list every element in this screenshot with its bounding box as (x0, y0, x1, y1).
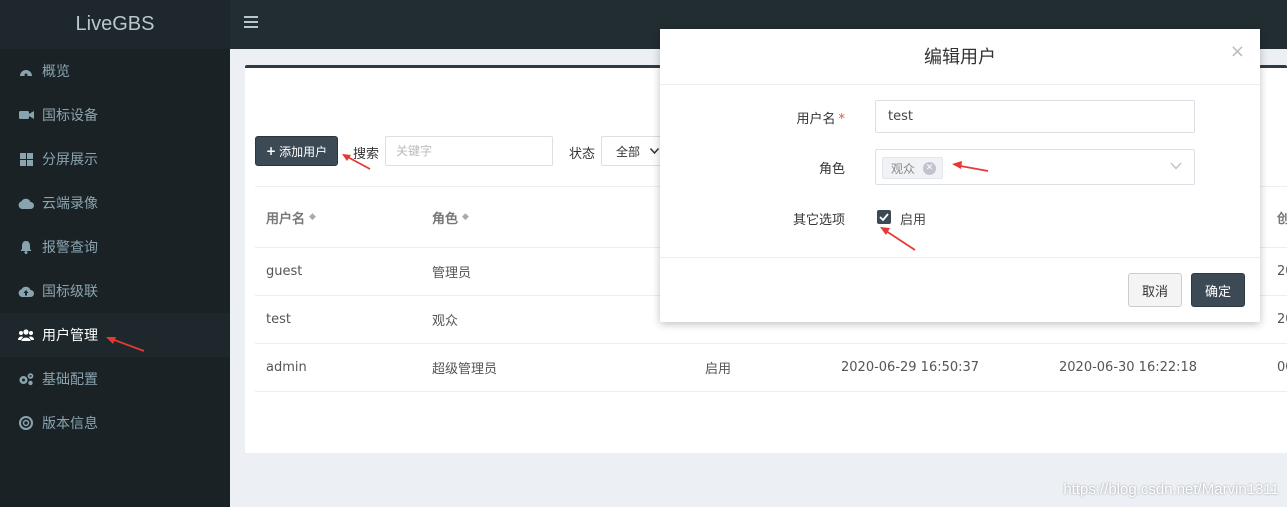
column-header-label: 角色 (432, 211, 459, 227)
users-icon (18, 328, 34, 342)
cell-partial: 00 (1277, 360, 1287, 375)
check-icon (879, 213, 889, 221)
gears-icon (18, 372, 34, 386)
sidebar-item-split-screen[interactable]: 分屏展示 (0, 137, 230, 181)
sidebar-item-label: 概览 (42, 64, 70, 80)
sidebar-item-overview[interactable]: 概览 (0, 49, 230, 93)
confirm-button[interactable]: 确定 (1191, 273, 1245, 307)
sidebar-item-label: 用户管理 (42, 328, 98, 344)
cancel-button[interactable]: 取消 (1128, 273, 1182, 307)
watermark: https://blog.csdn.net/Marvin1311 (1063, 481, 1279, 498)
divider (660, 257, 1260, 258)
sidebar-item-cloud-record[interactable]: 云端录像 (0, 181, 230, 225)
cell-login-time: 2020-06-30 16:22:18 (1059, 360, 1198, 375)
search-input[interactable] (385, 136, 553, 166)
bell-icon (18, 240, 34, 254)
role-tag-label: 观众 (891, 161, 916, 176)
cloud-upload-icon (18, 284, 34, 298)
status-label: 状态 (569, 147, 596, 162)
dashboard-icon (18, 64, 34, 78)
sidebar-item-version[interactable]: 版本信息 (0, 401, 230, 445)
column-header-role[interactable]: 角色 ◆ (432, 187, 469, 247)
sidebar-item-label: 版本信息 (42, 416, 98, 432)
menu-toggle-icon[interactable] (244, 16, 258, 30)
sidebar-item-devices[interactable]: 国标设备 (0, 93, 230, 137)
sidebar-item-alarm[interactable]: 报警查询 (0, 225, 230, 269)
divider (660, 84, 1260, 85)
cell-role: 管理员 (432, 266, 472, 281)
role-select[interactable]: 观众 ✕ (875, 149, 1195, 185)
sidebar-item-config[interactable]: 基础配置 (0, 357, 230, 401)
sidebar-nav: 概览 国标设备 分屏展示 云端录像 报警查询 国标级联 用户管理 基础配置 版本… (0, 49, 230, 445)
sidebar-item-cascade[interactable]: 国标级联 (0, 269, 230, 313)
chevron-down-icon (649, 146, 660, 157)
cell-username: admin (266, 360, 307, 375)
dialog-title: 编辑用户 (924, 47, 996, 68)
enable-checkbox[interactable] (877, 210, 891, 224)
add-user-button[interactable]: + 添加用户 (255, 136, 339, 166)
grid-icon (18, 152, 34, 166)
app-logo[interactable]: LiveGBS (0, 0, 230, 49)
column-header-label: 用户名 (266, 211, 306, 227)
username-label-text: 用户名 (796, 112, 836, 127)
sidebar-item-label: 报警查询 (42, 240, 98, 256)
sort-icon: ◆ (462, 212, 469, 222)
close-icon[interactable]: × (1230, 41, 1245, 62)
life-ring-icon (18, 416, 34, 430)
chevron-down-icon (1170, 159, 1182, 174)
username-field[interactable] (875, 100, 1195, 133)
cell-status: 启用 (705, 362, 732, 377)
cell-username: guest (266, 264, 303, 279)
sidebar: LiveGBS 概览 国标设备 分屏展示 云端录像 报警查询 国标级联 用户管理… (0, 0, 230, 507)
sidebar-item-label: 国标设备 (42, 108, 98, 124)
cell-username: test (266, 312, 291, 327)
video-camera-icon (18, 108, 34, 122)
cell-role: 观众 (432, 314, 459, 329)
role-field-label: 角色 (818, 162, 845, 177)
tag-close-icon[interactable]: ✕ (923, 161, 937, 175)
cell-partial: 20 (1277, 312, 1287, 327)
sidebar-item-label: 国标级联 (42, 284, 98, 300)
plus-icon: + (266, 144, 277, 158)
sort-icon: ◆ (309, 212, 316, 222)
sidebar-item-label: 分屏展示 (42, 152, 98, 168)
cell-created-time: 2020-06-29 16:50:37 (841, 360, 980, 375)
annotation-arrow-icon (952, 161, 989, 172)
annotation-arrow-icon (106, 337, 145, 352)
sidebar-item-label: 云端录像 (42, 196, 98, 212)
cell-partial: 20 (1277, 264, 1287, 279)
column-header-partial: 创 (1277, 211, 1287, 227)
annotation-arrow-icon (880, 227, 916, 251)
options-field-label: 其它选项 (792, 213, 845, 228)
username-field-label: 用户名 * (725, 108, 845, 127)
required-mark: * (838, 112, 846, 127)
cell-role: 超级管理员 (432, 362, 498, 377)
sidebar-item-label: 基础配置 (42, 372, 98, 388)
annotation-arrow-icon (342, 154, 371, 170)
role-tag: 观众 ✕ (882, 157, 944, 179)
table-row[interactable]: admin 超级管理员 启用 2020-06-29 16:50:37 2020-… (255, 344, 1287, 392)
add-user-label: 添加用户 (279, 144, 328, 159)
cloud-icon (18, 196, 34, 210)
column-header-username[interactable]: 用户名 ◆ (266, 187, 316, 247)
status-select-value: 全部 (616, 144, 641, 159)
